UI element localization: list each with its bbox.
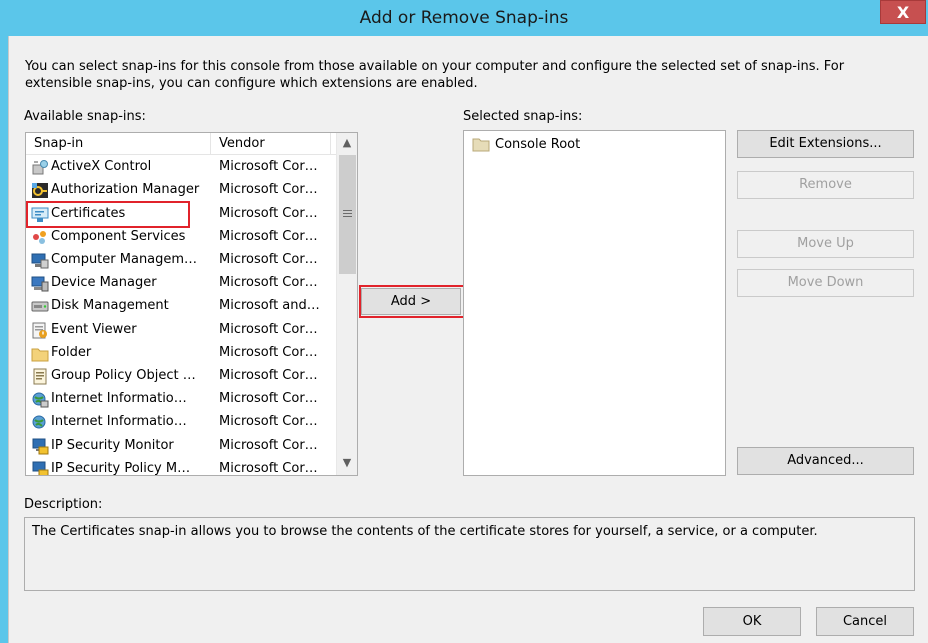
list-item[interactable]: Device Manager Microsoft Cor… [26, 272, 336, 295]
snapin-name: Authorization Manager [51, 182, 200, 197]
snapin-vendor: Microsoft Cor… [219, 275, 318, 290]
description-box: The Certificates snap-in allows you to b… [24, 517, 915, 591]
ip-security-policy-icon [31, 461, 49, 475]
list-item[interactable]: ActiveX Control Microsoft Cor… [26, 156, 336, 179]
scroll-down-icon[interactable]: ▼ [337, 453, 357, 473]
snapin-name: Device Manager [51, 275, 157, 290]
snapin-vendor: Microsoft Cor… [219, 438, 318, 453]
list-item[interactable]: Event Viewer Microsoft Cor… [26, 319, 336, 342]
description-label: Description: [24, 497, 103, 512]
event-viewer-icon [31, 322, 49, 339]
column-header-vendor[interactable]: Vendor [219, 136, 265, 151]
snapin-vendor: Microsoft Cor… [219, 159, 318, 174]
scroll-thumb[interactable] [339, 155, 356, 274]
folder-icon [472, 137, 490, 156]
snapin-vendor: Microsoft Cor… [219, 391, 318, 406]
list-item[interactable]: Internet Informatio… Microsoft Cor… [26, 411, 336, 434]
remove-button[interactable]: Remove [737, 171, 914, 199]
snapin-name: Internet Informatio… [51, 391, 187, 406]
snapin-vendor: Microsoft and… [219, 298, 320, 313]
snapin-name: IP Security Monitor [51, 438, 174, 453]
snapin-vendor: Microsoft Cor… [219, 322, 318, 337]
device-manager-icon [31, 275, 49, 292]
grip-icon [343, 210, 352, 219]
list-item[interactable]: IP Security Monitor Microsoft Cor… [26, 435, 336, 458]
iis-icon [31, 414, 49, 431]
ip-security-monitor-icon [31, 438, 49, 455]
snapin-vendor: Microsoft Cor… [219, 345, 318, 360]
edit-extensions-button[interactable]: Edit Extensions... [737, 130, 914, 158]
available-snapins-list[interactable]: Snap-in Vendor ActiveX Control Microsoft… [25, 132, 358, 476]
snapin-name: Computer Managem… [51, 252, 198, 267]
list-item[interactable]: Disk Management Microsoft and… [26, 295, 336, 318]
close-button[interactable]: X [880, 0, 926, 24]
authorization-manager-icon [31, 182, 49, 199]
folder-icon [31, 345, 49, 362]
snapin-name: Event Viewer [51, 322, 137, 337]
selected-item-name: Console Root [495, 137, 581, 152]
snapin-vendor: Microsoft Cor… [219, 229, 318, 244]
list-header: Snap-in Vendor [26, 133, 336, 155]
ok-button[interactable]: OK [703, 607, 801, 636]
move-down-button[interactable]: Move Down [737, 269, 914, 297]
snapin-vendor: Microsoft Cor… [219, 182, 318, 197]
iis-icon [31, 391, 49, 408]
snapin-vendor: Microsoft Cor… [219, 368, 318, 383]
snapin-name: ActiveX Control [51, 159, 152, 174]
snapin-name: IP Security Policy M… [51, 461, 191, 476]
certificates-highlight [26, 201, 190, 228]
window-title: Add or Remove Snap-ins [359, 8, 569, 28]
scroll-up-icon[interactable]: ▲ [337, 133, 357, 153]
list-item[interactable]: Component Services Microsoft Cor… [26, 226, 336, 249]
vertical-scrollbar[interactable]: ▲ ▼ [336, 133, 357, 475]
snapin-vendor: Microsoft Cor… [219, 414, 318, 429]
snapin-name: Internet Informatio… [51, 414, 187, 429]
snapin-vendor: Microsoft Cor… [219, 461, 318, 476]
list-item[interactable]: Group Policy Object … Microsoft Cor… [26, 365, 336, 388]
activex-icon [31, 159, 49, 176]
advanced-button[interactable]: Advanced... [737, 447, 914, 475]
list-item[interactable]: Authorization Manager Microsoft Cor… [26, 179, 336, 202]
available-snapins-label: Available snap-ins: [24, 109, 146, 124]
snapin-vendor: Microsoft Cor… [219, 252, 318, 267]
list-item[interactable]: IP Security Policy M… Microsoft Cor… [26, 458, 336, 476]
list-item[interactable]: Computer Managem… Microsoft Cor… [26, 249, 336, 272]
column-header-snapin[interactable]: Snap-in [34, 136, 83, 151]
selected-snapins-label: Selected snap-ins: [463, 109, 583, 124]
snapin-vendor: Microsoft Cor… [219, 206, 318, 221]
move-up-button[interactable]: Move Up [737, 230, 914, 258]
snapin-name: Group Policy Object … [51, 368, 196, 383]
computer-management-icon [31, 252, 49, 269]
snapin-name: Component Services [51, 229, 186, 244]
description-text: The Certificates snap-in allows you to b… [32, 524, 818, 539]
component-services-icon [31, 229, 49, 246]
disk-management-icon [31, 298, 49, 315]
cancel-button[interactable]: Cancel [816, 607, 914, 636]
snapin-name: Disk Management [51, 298, 169, 313]
list-item[interactable]: Internet Informatio… Microsoft Cor… [26, 388, 336, 411]
title-bar: Add or Remove Snap-ins X [0, 0, 928, 36]
dialog-client: You can select snap-ins for this console… [8, 36, 928, 643]
add-button-highlight [359, 285, 465, 318]
list-item[interactable]: Folder Microsoft Cor… [26, 342, 336, 365]
snapin-name: Folder [51, 345, 92, 360]
intro-text: You can select snap-ins for this console… [25, 59, 845, 91]
selected-snapins-list[interactable]: Console Root [463, 130, 726, 476]
group-policy-icon [31, 368, 49, 385]
